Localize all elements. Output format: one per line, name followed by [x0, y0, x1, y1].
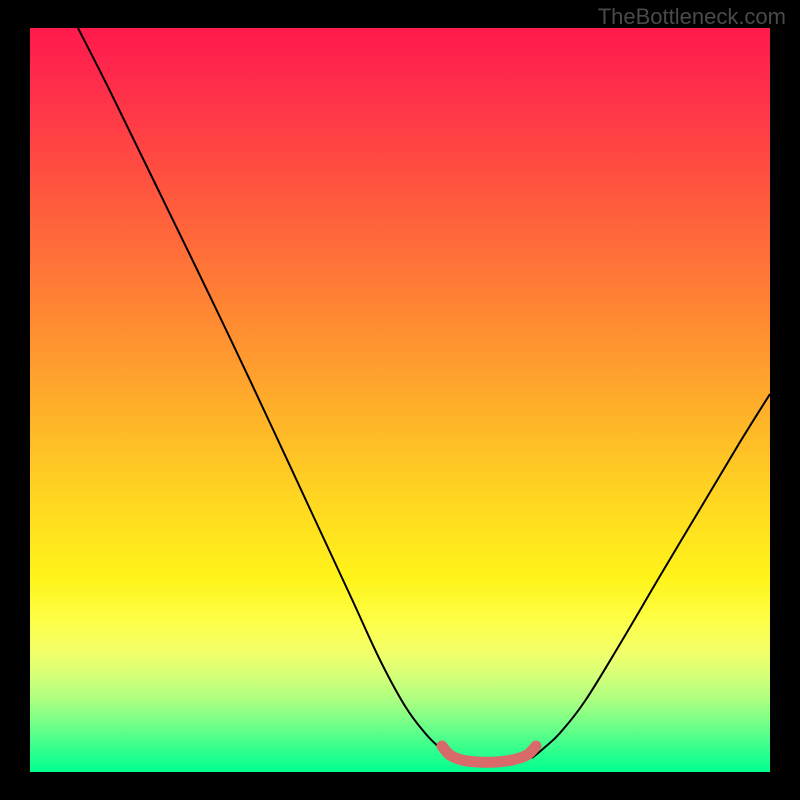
curve-left-branch [78, 28, 453, 758]
valley-highlight [442, 746, 536, 762]
curve-layer [30, 28, 770, 772]
curve-right-branch [532, 394, 770, 758]
watermark-text: TheBottleneck.com [598, 4, 786, 30]
chart-area [30, 28, 770, 772]
